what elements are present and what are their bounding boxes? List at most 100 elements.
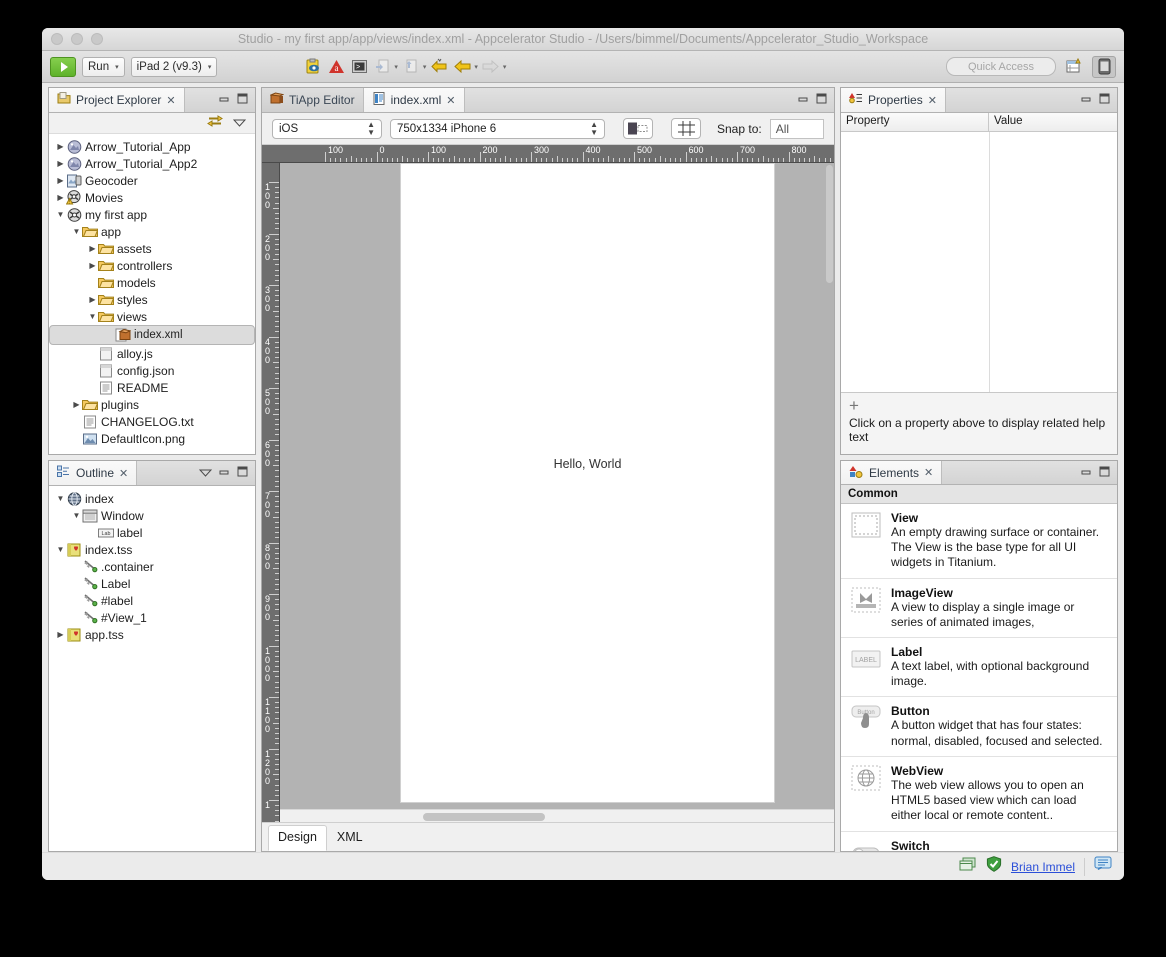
chevron-down-icon[interactable]: ▾ (503, 63, 507, 71)
tree-item-index[interactable]: ▼index (49, 490, 255, 507)
properties-table-body[interactable] (841, 132, 1117, 392)
tab-elements[interactable]: Elements ✕ (841, 461, 942, 483)
element-item-view[interactable]: ViewAn empty drawing surface or containe… (841, 504, 1117, 579)
chevron-down-icon[interactable]: ▾ (423, 63, 427, 71)
device-preview[interactable]: Hello, World (400, 163, 775, 803)
elements-list[interactable]: ViewAn empty drawing surface or containe… (841, 504, 1117, 851)
tab-xml[interactable]: XML (327, 825, 373, 851)
close-icon[interactable]: ✕ (166, 94, 175, 107)
tree-item-my-first-app[interactable]: ▼my first app (49, 206, 255, 223)
forward-arrow-icon[interactable] (481, 57, 501, 77)
twisty-expanded-icon[interactable]: ▼ (55, 494, 66, 503)
project-tree[interactable]: ▶Arrow_Tutorial_App▶Arrow_Tutorial_App2▶… (49, 134, 255, 447)
minimize-icon[interactable] (1081, 91, 1092, 109)
minimize-icon[interactable] (219, 464, 230, 482)
tree-item-index-xml[interactable]: index.xml (49, 325, 255, 345)
view-menu-icon[interactable] (233, 114, 246, 132)
device-size-select[interactable]: 750x1334 iPhone 6 ▲▼ (390, 119, 605, 139)
element-item-webview[interactable]: WebViewThe web view allows you to open a… (841, 757, 1117, 832)
twisty-collapsed-icon[interactable]: ▶ (87, 295, 98, 304)
comment-icon[interactable] (1094, 856, 1112, 877)
element-item-label[interactable]: LABELLabelA text label, with optional ba… (841, 638, 1117, 697)
element-item-button[interactable]: ButtonButtonA button widget that has fou… (841, 697, 1117, 756)
target-device-dropdown[interactable]: iPad 2 (v9.3) ▾ (131, 57, 218, 77)
twisty-expanded-icon[interactable]: ▼ (55, 545, 66, 554)
export-icon[interactable] (401, 57, 421, 77)
twisty-expanded-icon[interactable]: ▼ (55, 210, 66, 219)
twisty-collapsed-icon[interactable]: ▶ (87, 261, 98, 270)
tree-item-label[interactable]: Label (49, 575, 255, 592)
twisty-collapsed-icon[interactable]: ▶ (55, 159, 66, 168)
layout-icon[interactable] (959, 857, 977, 877)
element-item-imageview[interactable]: ImageViewA view to display a single imag… (841, 579, 1117, 638)
tree-item-styles[interactable]: ▶styles (49, 291, 255, 308)
tree-item-defaulticon-png[interactable]: DefaultIcon.png (49, 430, 255, 447)
maximize-icon[interactable] (237, 464, 248, 482)
tree-item-plugins[interactable]: ▶plugins (49, 396, 255, 413)
outline-tree[interactable]: ▼index▼WindowLablabel▼index.tss.containe… (49, 486, 255, 643)
close-icon[interactable]: ✕ (924, 466, 933, 479)
snap-to-input[interactable]: All (770, 119, 824, 139)
twisty-collapsed-icon[interactable]: ▶ (71, 400, 82, 409)
tree-item-label[interactable]: Lablabel (49, 524, 255, 541)
tree-item-alloy-js[interactable]: alloy.js (49, 345, 255, 362)
tree-item-assets[interactable]: ▶assets (49, 240, 255, 257)
back-arrow-icon[interactable] (452, 57, 472, 77)
window-controls[interactable] (51, 33, 103, 45)
tree-item--view-1[interactable]: #View_1 (49, 609, 255, 626)
close-window-button[interactable] (51, 33, 63, 45)
properties-column-divider[interactable] (989, 132, 990, 392)
appcelerator-warning-icon[interactable]: a (326, 57, 346, 77)
maximize-window-button[interactable] (91, 33, 103, 45)
back-nav-icon[interactable] (429, 57, 449, 77)
canvas-vertical-scrollbar[interactable] (825, 163, 834, 809)
element-item-switch[interactable]: Switch (841, 832, 1117, 851)
mobile-perspective-button[interactable] (1092, 56, 1116, 78)
close-icon[interactable]: ✕ (446, 94, 455, 107)
tab-project-explorer[interactable]: Project Explorer ✕ (49, 88, 185, 112)
tree-item-arrow-tutorial-app2[interactable]: ▶Arrow_Tutorial_App2 (49, 155, 255, 172)
twisty-expanded-icon[interactable]: ▼ (71, 227, 82, 236)
view-menu-icon[interactable] (199, 464, 212, 482)
tree-item-geocoder[interactable]: ▶Geocoder (49, 172, 255, 189)
maximize-icon[interactable] (1099, 91, 1110, 109)
canvas-vertical-scroll-thumb[interactable] (826, 165, 833, 283)
maximize-icon[interactable] (237, 91, 248, 109)
design-canvas[interactable]: 1000100200300400500600700800 10020030040… (262, 145, 834, 822)
shield-icon[interactable] (986, 856, 1002, 877)
tree-item-app-tss[interactable]: ▶app.tss (49, 626, 255, 643)
canvas-horizontal-scroll-thumb[interactable] (423, 813, 545, 821)
tree-item-models[interactable]: models (49, 274, 255, 291)
twisty-collapsed-icon[interactable]: ▶ (55, 193, 66, 202)
open-perspective-button[interactable] (1062, 56, 1086, 78)
link-with-editor-icon[interactable] (207, 114, 223, 133)
tree-item-window[interactable]: ▼Window (49, 507, 255, 524)
platform-select[interactable]: iOS ▲▼ (272, 119, 382, 139)
tree-item-controllers[interactable]: ▶controllers (49, 257, 255, 274)
tree-item--label[interactable]: #label (49, 592, 255, 609)
grid-toggle-button[interactable] (671, 118, 701, 139)
debug-profile-icon[interactable] (303, 57, 323, 77)
tab-design[interactable]: Design (268, 825, 327, 851)
close-icon[interactable]: ✕ (928, 94, 937, 107)
close-icon[interactable]: ✕ (119, 467, 128, 480)
twisty-expanded-icon[interactable]: ▼ (87, 312, 98, 321)
tree-item-arrow-tutorial-app[interactable]: ▶Arrow_Tutorial_App (49, 138, 255, 155)
minimize-icon[interactable] (798, 91, 809, 109)
tab-outline[interactable]: Outline ✕ (49, 461, 137, 485)
user-account-link[interactable]: Brian Immel (1011, 860, 1075, 874)
tree-item-movies[interactable]: ▶!Movies (49, 189, 255, 206)
twisty-collapsed-icon[interactable]: ▶ (55, 630, 66, 639)
orientation-toggle-button[interactable] (623, 118, 653, 139)
twisty-expanded-icon[interactable]: ▼ (71, 511, 82, 520)
run-button[interactable] (50, 57, 76, 77)
outline-body[interactable]: ▼index▼WindowLablabel▼index.tss.containe… (49, 486, 255, 851)
twisty-collapsed-icon[interactable]: ▶ (55, 176, 66, 185)
console-icon[interactable]: > (349, 57, 369, 77)
tab-properties[interactable]: Properties ✕ (841, 88, 946, 112)
tab-tiapp-editor[interactable]: TiApp Editor (262, 88, 364, 112)
tree-item--container[interactable]: .container (49, 558, 255, 575)
chevron-down-icon[interactable]: ▾ (474, 63, 478, 71)
chevron-down-icon[interactable]: ▾ (394, 63, 398, 71)
tree-item-views[interactable]: ▼views (49, 308, 255, 325)
